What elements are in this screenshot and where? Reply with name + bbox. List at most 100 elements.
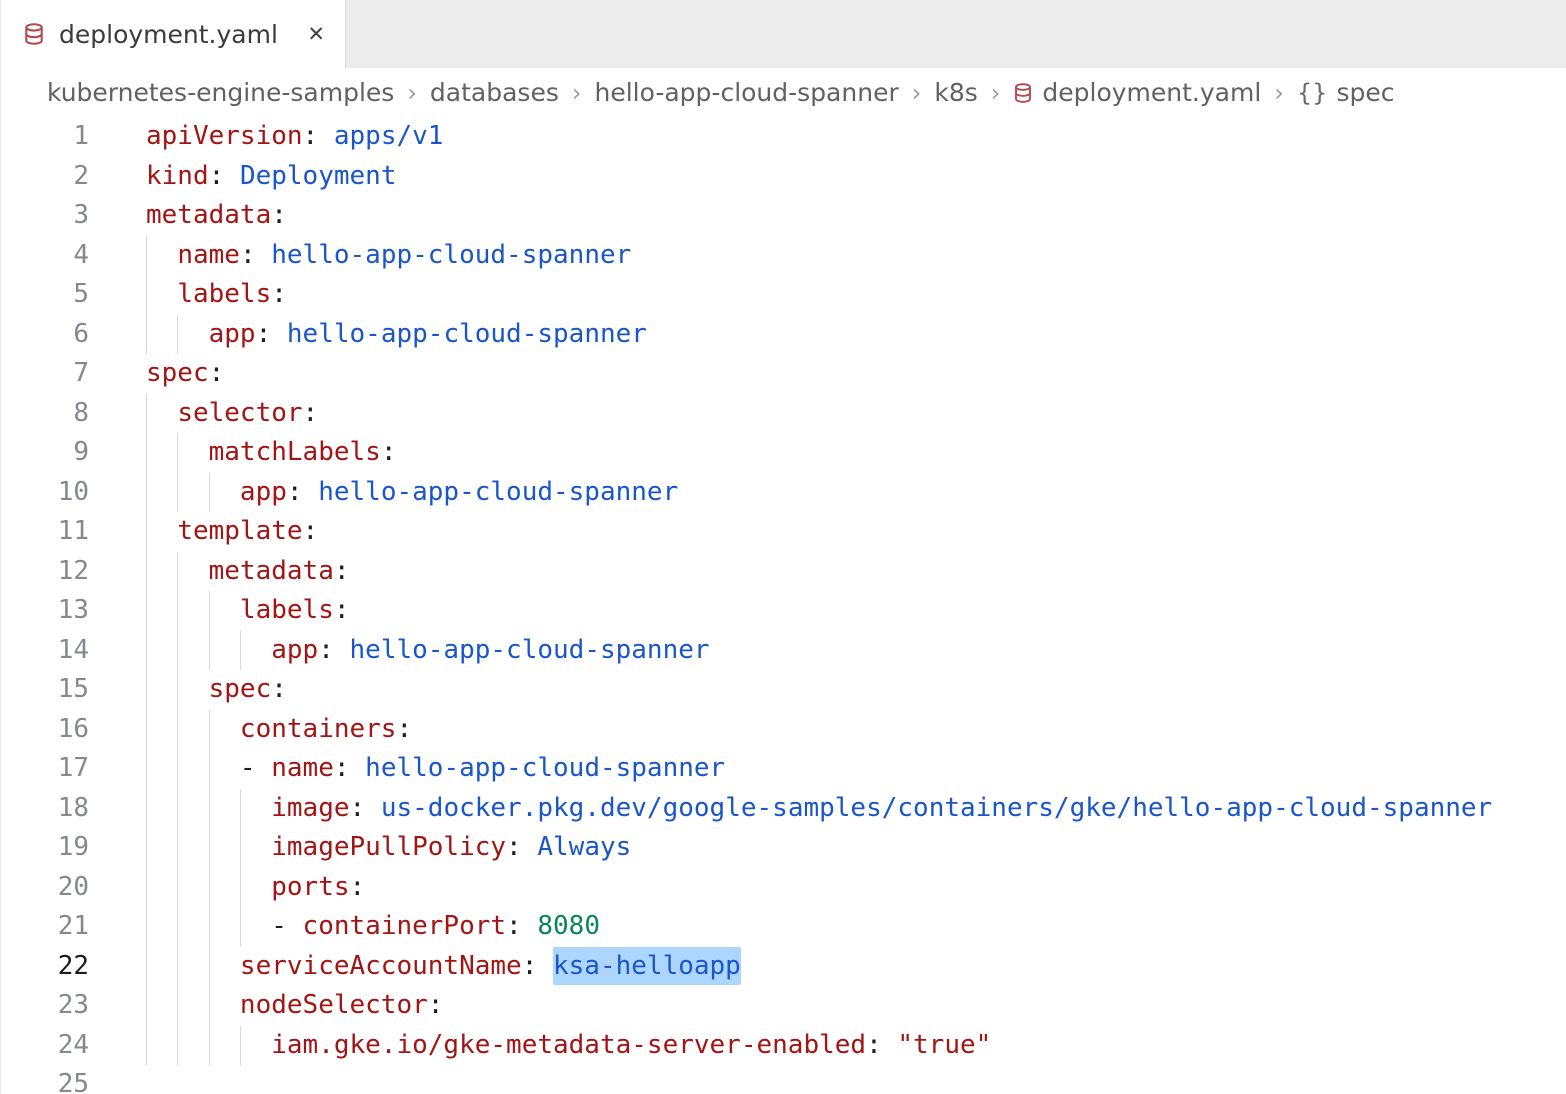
code-text[interactable]: serviceAccountName: ksa-helloapp	[111, 947, 1566, 987]
code-line[interactable]: 8 selector:	[1, 394, 1566, 434]
code-text[interactable]: imagePullPolicy: Always	[111, 828, 1566, 868]
code-text[interactable]: name: hello-app-cloud-spanner	[111, 236, 1566, 276]
code-line[interactable]: 21 - containerPort: 8080	[1, 907, 1566, 947]
line-number[interactable]: 18	[1, 789, 111, 829]
line-number[interactable]: 17	[1, 749, 111, 789]
code-text[interactable]: template:	[111, 512, 1566, 552]
line-number[interactable]: 19	[1, 828, 111, 868]
code-text[interactable]: metadata:	[111, 196, 1566, 236]
code-line[interactable]: 17 - name: hello-app-cloud-spanner	[1, 749, 1566, 789]
line-number[interactable]: 6	[1, 315, 111, 355]
code-token: app	[209, 319, 256, 349]
code-line[interactable]: 12 metadata:	[1, 552, 1566, 592]
code-text[interactable]: labels:	[111, 275, 1566, 315]
indent-guide	[146, 394, 147, 434]
line-number[interactable]: 13	[1, 591, 111, 631]
code-line[interactable]: 9 matchLabels:	[1, 433, 1566, 473]
line-number[interactable]: 9	[1, 433, 111, 473]
line-number[interactable]: 4	[1, 236, 111, 276]
indent-guide	[146, 670, 147, 710]
breadcrumb-item-deployment-yaml[interactable]: deployment.yaml	[1013, 78, 1261, 107]
code-text[interactable]: matchLabels:	[111, 433, 1566, 473]
code-token: :	[334, 753, 365, 783]
line-number[interactable]: 23	[1, 986, 111, 1026]
code-text[interactable]: - name: hello-app-cloud-spanner	[111, 749, 1566, 789]
breadcrumb-item-kubernetes-engine-samples[interactable]: kubernetes-engine-samples	[47, 78, 394, 107]
code-line[interactable]: 3metadata:	[1, 196, 1566, 236]
code-line[interactable]: 16 containers:	[1, 710, 1566, 750]
code-text[interactable]: app: hello-app-cloud-spanner	[111, 473, 1566, 513]
indent-guide	[177, 789, 178, 829]
close-tab-icon[interactable]: ✕	[307, 24, 325, 45]
line-number[interactable]: 2	[1, 157, 111, 197]
line-number[interactable]: 1	[1, 117, 111, 157]
code-text[interactable]: app: hello-app-cloud-spanner	[111, 631, 1566, 671]
code-text[interactable]: kind: Deployment	[111, 157, 1566, 197]
line-number[interactable]: 12	[1, 552, 111, 592]
code-token: hello-app-cloud-spanner	[318, 477, 678, 507]
code-line[interactable]: 6 app: hello-app-cloud-spanner	[1, 315, 1566, 355]
code-line[interactable]: 11 template:	[1, 512, 1566, 552]
code-text[interactable]: labels:	[111, 591, 1566, 631]
code-token: -	[240, 753, 271, 783]
line-number[interactable]: 8	[1, 394, 111, 434]
code-line[interactable]: 22 serviceAccountName: ksa-helloapp	[1, 947, 1566, 987]
line-number[interactable]: 21	[1, 907, 111, 947]
indent-whitespace	[146, 595, 240, 625]
code-text[interactable]: image: us-docker.pkg.dev/google-samples/…	[111, 789, 1566, 829]
line-number[interactable]: 20	[1, 868, 111, 908]
line-number[interactable]: 22	[1, 947, 111, 987]
line-number[interactable]: 10	[1, 473, 111, 513]
code-line[interactable]: 4 name: hello-app-cloud-spanner	[1, 236, 1566, 276]
code-text[interactable]	[111, 1065, 1566, 1094]
indent-whitespace	[146, 990, 240, 1020]
line-number[interactable]: 15	[1, 670, 111, 710]
breadcrumb-item-spec[interactable]: {}spec	[1297, 78, 1395, 107]
code-token: :	[334, 556, 350, 586]
breadcrumb-item-hello-app-cloud-spanner[interactable]: hello-app-cloud-spanner	[594, 78, 898, 107]
code-text[interactable]: metadata:	[111, 552, 1566, 592]
line-number[interactable]: 14	[1, 631, 111, 671]
line-number[interactable]: 24	[1, 1026, 111, 1066]
code-text[interactable]: nodeSelector:	[111, 986, 1566, 1026]
code-line[interactable]: 10 app: hello-app-cloud-spanner	[1, 473, 1566, 513]
code-text[interactable]: ports:	[111, 868, 1566, 908]
code-text[interactable]: spec:	[111, 670, 1566, 710]
code-text[interactable]: app: hello-app-cloud-spanner	[111, 315, 1566, 355]
line-number[interactable]: 7	[1, 354, 111, 394]
code-editor[interactable]: 1apiVersion: apps/v12kind: Deployment3me…	[1, 117, 1566, 1094]
code-line[interactable]: 14 app: hello-app-cloud-spanner	[1, 631, 1566, 671]
line-number[interactable]: 3	[1, 196, 111, 236]
code-text[interactable]: apiVersion: apps/v1	[111, 117, 1566, 157]
indent-guide	[209, 828, 210, 868]
indent-guide	[209, 591, 210, 631]
tab-deployment-yaml[interactable]: deployment.yaml ✕	[1, 0, 346, 68]
code-line[interactable]: 18 image: us-docker.pkg.dev/google-sampl…	[1, 789, 1566, 829]
code-line[interactable]: 7spec:	[1, 354, 1566, 394]
indent-guide	[146, 828, 147, 868]
indent-whitespace	[146, 477, 240, 507]
code-line[interactable]: 15 spec:	[1, 670, 1566, 710]
code-line[interactable]: 24 iam.gke.io/gke-metadata-server-enable…	[1, 1026, 1566, 1066]
code-text[interactable]: containers:	[111, 710, 1566, 750]
code-token: :	[209, 358, 225, 388]
code-line[interactable]: 19 imagePullPolicy: Always	[1, 828, 1566, 868]
code-text[interactable]: iam.gke.io/gke-metadata-server-enabled: …	[111, 1026, 1566, 1066]
code-token: :	[381, 437, 397, 467]
breadcrumb-item-databases[interactable]: databases	[430, 78, 559, 107]
code-line[interactable]: 1apiVersion: apps/v1	[1, 117, 1566, 157]
code-text[interactable]: selector:	[111, 394, 1566, 434]
code-line[interactable]: 13 labels:	[1, 591, 1566, 631]
breadcrumb-item-k8s[interactable]: k8s	[934, 78, 977, 107]
code-text[interactable]: spec:	[111, 354, 1566, 394]
line-number[interactable]: 11	[1, 512, 111, 552]
line-number[interactable]: 5	[1, 275, 111, 315]
line-number[interactable]: 16	[1, 710, 111, 750]
code-line[interactable]: 23 nodeSelector:	[1, 986, 1566, 1026]
code-line[interactable]: 5 labels:	[1, 275, 1566, 315]
code-line[interactable]: 20 ports:	[1, 868, 1566, 908]
code-line[interactable]: 25	[1, 1065, 1566, 1094]
code-line[interactable]: 2kind: Deployment	[1, 157, 1566, 197]
code-text[interactable]: - containerPort: 8080	[111, 907, 1566, 947]
line-number[interactable]: 25	[1, 1065, 111, 1094]
